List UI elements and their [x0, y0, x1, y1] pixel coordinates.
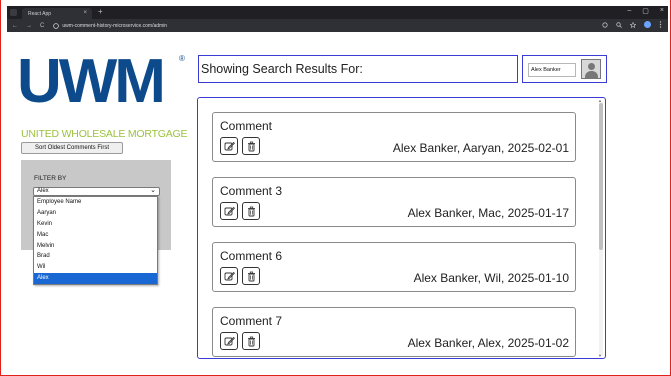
comment-card: Comment Alex Banker, Aaryan, 2025-02-01 [212, 112, 576, 162]
dropdown-option-employee-name[interactable]: Employee Name [34, 197, 157, 208]
delete-button[interactable] [242, 267, 260, 285]
delete-button[interactable] [242, 332, 260, 350]
screenshot-frame: React App × + – ▢ × ← → C uwm-comment-hi… [0, 0, 671, 376]
scroll-down-icon[interactable]: ▼ [598, 353, 602, 358]
edit-button[interactable] [220, 202, 238, 220]
chevron-down-icon: ⌄ [150, 187, 156, 194]
address-bar-actions [602, 21, 662, 28]
trash-icon [247, 206, 255, 216]
dropdown-option-melvin[interactable]: Melvin [34, 241, 157, 252]
edit-icon [224, 141, 235, 150]
google-lens-icon[interactable] [602, 21, 608, 28]
filter-dropdown-list: Employee Name Aaryan Kevin Mac Melvin Br… [33, 196, 158, 285]
comment-actions [220, 332, 260, 350]
search-results-heading: Showing Search Results For: [198, 55, 518, 83]
uwm-logo: UWM ® [17, 51, 185, 113]
profile-avatar-icon[interactable] [644, 21, 651, 28]
comment-meta: Alex Banker, Wil, 2025-01-10 [413, 271, 569, 285]
trash-icon [247, 271, 255, 281]
minimize-icon[interactable]: – [627, 7, 631, 15]
dropdown-option-kevin[interactable]: Kevin [34, 219, 157, 230]
new-tab-icon[interactable]: + [98, 7, 103, 16]
avatar[interactable] [581, 59, 601, 79]
trash-icon [247, 336, 255, 346]
comment-actions [220, 137, 260, 155]
logo-wordmark: UWM [17, 47, 166, 116]
tab-title: React App [28, 10, 52, 17]
comment-title: Comment 3 [220, 184, 283, 198]
scroll-up-icon[interactable]: ▲ [598, 98, 602, 103]
url-text: uwm-comment-history-microservice.com/adm… [62, 22, 168, 29]
comment-card: Comment 6 Alex Banker, Wil, 2025-01-10 [212, 242, 576, 292]
edit-icon [224, 206, 235, 215]
bookmark-star-icon[interactable] [630, 21, 636, 28]
address-bar: ← → C uwm-comment-history-microservice.c… [7, 19, 668, 32]
site-info-icon[interactable] [53, 22, 60, 29]
app-page: UWM ® UNITED WHOLESALE MORTGAGE Sort Old… [7, 32, 668, 375]
window-controls: – ▢ × [627, 7, 664, 15]
edit-icon [224, 271, 235, 280]
select-value: Alex [37, 188, 49, 194]
browser-window: React App × + – ▢ × ← → C uwm-comment-hi… [7, 6, 668, 375]
tab-search-icon[interactable] [10, 9, 17, 16]
dropdown-option-mac[interactable]: Mac [34, 230, 157, 241]
employee-filter-select[interactable]: Alex ⌄ [33, 187, 160, 196]
comment-title: Comment 7 [220, 314, 283, 328]
dropdown-option-aaryan[interactable]: Aaryan [34, 208, 157, 219]
comment-meta: Alex Banker, Aaryan, 2025-02-01 [392, 141, 569, 155]
comment-title: Comment [220, 119, 273, 133]
dropdown-option-wil[interactable]: Wil [34, 262, 157, 273]
registered-mark: ® [179, 54, 185, 63]
trash-icon [247, 141, 255, 151]
browser-tab-bar: React App × + – ▢ × [7, 6, 668, 19]
avatar-body [585, 71, 598, 78]
comment-title: Comment 6 [220, 249, 283, 263]
comment-actions [220, 202, 260, 220]
delete-button[interactable] [242, 202, 260, 220]
user-name-label: Alex Banker [528, 63, 576, 77]
menu-kebab-icon[interactable] [659, 21, 662, 28]
logo-subtitle: UNITED WHOLESALE MORTGAGE [21, 128, 188, 140]
comment-card: Comment 3 Alex Banker, Mac, 2025-01-17 [212, 177, 576, 227]
filter-label: FILTER BY [34, 175, 67, 182]
close-window-icon[interactable]: × [660, 7, 664, 15]
close-tab-icon[interactable]: × [83, 10, 87, 16]
comment-actions [220, 267, 260, 285]
zoom-icon[interactable] [616, 21, 622, 28]
url-field[interactable]: uwm-comment-history-microservice.com/adm… [53, 23, 167, 29]
scrollbar-thumb[interactable] [599, 103, 603, 250]
comment-meta: Alex Banker, Alex, 2025-01-02 [407, 336, 569, 350]
browser-tab[interactable]: React App × [22, 8, 92, 19]
forward-icon[interactable]: → [26, 23, 32, 29]
nav-buttons: ← → C [7, 23, 44, 29]
user-panel: Alex Banker [522, 55, 607, 83]
maximize-icon[interactable]: ▢ [642, 7, 649, 15]
scrollbar[interactable] [599, 102, 603, 356]
reload-icon[interactable]: C [40, 23, 44, 29]
comment-meta: Alex Banker, Mac, 2025-01-17 [407, 206, 569, 220]
comments-list[interactable]: ▲ ▼ Comment Alex Banker, Aaryan, 2025-02… [197, 97, 606, 359]
dropdown-option-alex[interactable]: Alex [34, 273, 157, 285]
sort-oldest-button[interactable]: Sort Oldest Comments First [21, 142, 123, 154]
edit-button[interactable] [220, 332, 238, 350]
delete-button[interactable] [242, 137, 260, 155]
edit-button[interactable] [220, 137, 238, 155]
edit-button[interactable] [220, 267, 238, 285]
comment-card: Comment 7 Alex Banker, Alex, 2025-01-02 [212, 307, 576, 357]
dropdown-option-brad[interactable]: Brad [34, 251, 157, 262]
edit-icon [224, 336, 235, 345]
avatar-head [588, 63, 595, 70]
back-icon[interactable]: ← [12, 23, 18, 29]
